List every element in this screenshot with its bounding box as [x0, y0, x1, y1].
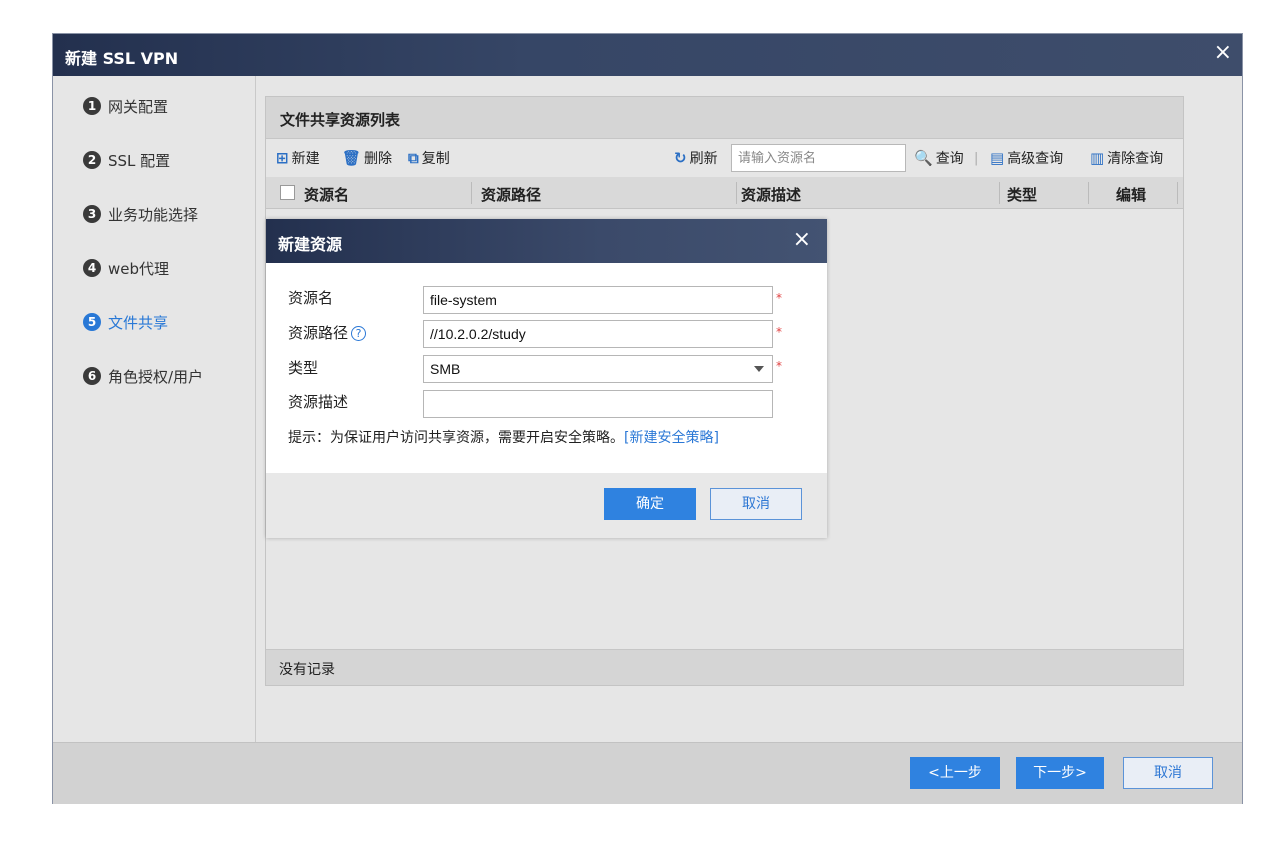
- trash-icon: 🗑: [342, 149, 362, 167]
- step-ssl-config[interactable]: 2 SSL 配置: [83, 148, 170, 172]
- wizard-cancel-button[interactable]: 取消: [1123, 757, 1213, 789]
- hint-text: 提示：为保证用户访问共享资源，需要开启安全策略。: [288, 430, 624, 446]
- resource-path-label-text: 资源路径: [288, 324, 349, 342]
- type-select-value: SMB: [430, 361, 461, 377]
- resource-path-label: 资源路径?: [288, 322, 367, 343]
- query-label: 查询: [935, 151, 964, 167]
- delete-label: 删除: [364, 151, 393, 167]
- column-divider: [1088, 182, 1089, 204]
- select-all-checkbox[interactable]: [280, 185, 295, 200]
- advanced-search-icon: ▤: [990, 149, 1005, 167]
- confirm-button[interactable]: 确定: [604, 488, 696, 520]
- search-icon: 🔍: [914, 149, 933, 167]
- resource-path-input[interactable]: //10.2.0.2/study: [423, 320, 773, 348]
- step-label: web代理: [108, 259, 170, 278]
- refresh-button[interactable]: ↻ 刷新: [674, 148, 718, 168]
- required-mark: *: [776, 325, 782, 339]
- security-policy-hint: 提示：为保证用户访问共享资源，需要开启安全策略。[新建安全策略]: [288, 427, 719, 447]
- advanced-query-button[interactable]: ▤ 高级查询: [990, 148, 1063, 168]
- required-mark: *: [776, 291, 782, 305]
- step-number-icon: 5: [83, 313, 101, 331]
- toolbar-divider: |: [974, 151, 979, 166]
- step-role-auth[interactable]: 6 角色授权/用户: [83, 364, 203, 388]
- wizard-steps-sidebar: 1 网关配置 2 SSL 配置 3 业务功能选择 4 web代理 5 文件共享 …: [53, 76, 256, 742]
- step-label: 文件共享: [108, 313, 169, 332]
- column-resource-name[interactable]: 资源名: [304, 184, 349, 205]
- new-button[interactable]: ⊞ 新建: [276, 148, 320, 168]
- column-resource-desc[interactable]: 资源描述: [741, 184, 801, 205]
- column-divider: [471, 182, 472, 204]
- next-step-button[interactable]: 下一步>: [1016, 757, 1104, 789]
- step-label: 角色授权/用户: [108, 367, 204, 386]
- resource-table-header: 资源名 资源路径 资源描述 类型 编辑: [266, 177, 1183, 209]
- step-web-proxy[interactable]: 4 web代理: [83, 256, 169, 280]
- type-label: 类型: [288, 359, 319, 377]
- new-security-policy-link[interactable]: [新建安全策略]: [624, 430, 719, 446]
- panel-title: 文件共享资源列表: [280, 111, 401, 129]
- clear-query-button[interactable]: ▥ 清除查询: [1090, 148, 1163, 168]
- resource-search-input[interactable]: [731, 144, 906, 172]
- new-label: 新建: [291, 151, 320, 167]
- step-number-icon: 2: [83, 151, 101, 169]
- copy-button[interactable]: ⧉ 复制: [408, 148, 450, 168]
- column-type[interactable]: 类型: [1007, 184, 1037, 205]
- new-icon: ⊞: [276, 149, 289, 167]
- step-label: 网关配置: [108, 97, 169, 116]
- resource-name-label: 资源名: [288, 289, 334, 307]
- type-select[interactable]: SMB: [423, 355, 773, 383]
- dialog-footer: 确定 取消: [266, 473, 827, 538]
- step-number-icon: 4: [83, 259, 101, 277]
- step-number-icon: 3: [83, 205, 101, 223]
- column-resource-path[interactable]: 资源路径: [481, 184, 541, 205]
- resource-desc-input[interactable]: [423, 390, 773, 418]
- clear-search-icon: ▥: [1090, 149, 1105, 167]
- refresh-icon: ↻: [674, 149, 687, 167]
- step-function-select[interactable]: 3 业务功能选择: [83, 202, 198, 226]
- step-label: 业务功能选择: [108, 205, 199, 224]
- close-icon[interactable]: ×: [793, 227, 811, 253]
- dialog-title: 新建资源: [278, 235, 343, 254]
- step-number-icon: 1: [83, 97, 101, 115]
- panel-header: 文件共享资源列表: [266, 97, 1183, 139]
- column-divider: [999, 182, 1000, 204]
- delete-button[interactable]: 🗑 删除: [342, 148, 392, 168]
- resource-name-input[interactable]: file-system: [423, 286, 773, 314]
- no-records-text: 没有记录: [279, 662, 335, 678]
- prev-step-button[interactable]: <上一步: [910, 757, 1000, 789]
- window-titlebar: 新建 SSL VPN ×: [53, 34, 1242, 76]
- query-button[interactable]: 🔍 查询: [914, 148, 964, 168]
- dialog-header: 新建资源 ×: [266, 219, 827, 263]
- refresh-label: 刷新: [689, 151, 718, 167]
- help-icon[interactable]: ?: [351, 326, 367, 341]
- dialog-cancel-button[interactable]: 取消: [710, 488, 802, 520]
- advanced-query-label: 高级查询: [1007, 151, 1064, 167]
- step-gateway-config[interactable]: 1 网关配置: [83, 94, 168, 118]
- step-file-share[interactable]: 5 文件共享: [83, 310, 168, 334]
- step-number-icon: 6: [83, 367, 101, 385]
- window-title: 新建 SSL VPN: [65, 49, 179, 68]
- clear-query-label: 清除查询: [1107, 151, 1164, 167]
- step-label: SSL 配置: [108, 151, 171, 170]
- resource-toolbar: ⊞ 新建 🗑 删除 ⧉ 复制 ↻ 刷新 🔍 查询: [266, 139, 1183, 177]
- table-footer: 没有记录: [266, 649, 1183, 685]
- new-resource-dialog: 新建资源 × 资源名 file-system * 资源路径? //10.2.0.…: [266, 219, 827, 538]
- column-divider: [736, 182, 737, 204]
- required-mark: *: [776, 359, 782, 373]
- close-icon[interactable]: ×: [1214, 40, 1232, 66]
- copy-icon: ⧉: [408, 149, 419, 167]
- wizard-footer: <上一步 下一步> 取消: [53, 742, 1242, 804]
- chevron-down-icon: [754, 366, 764, 372]
- resource-desc-label: 资源描述: [288, 393, 349, 411]
- copy-label: 复制: [421, 151, 450, 167]
- column-edit[interactable]: 编辑: [1116, 184, 1146, 205]
- column-divider: [1177, 182, 1178, 204]
